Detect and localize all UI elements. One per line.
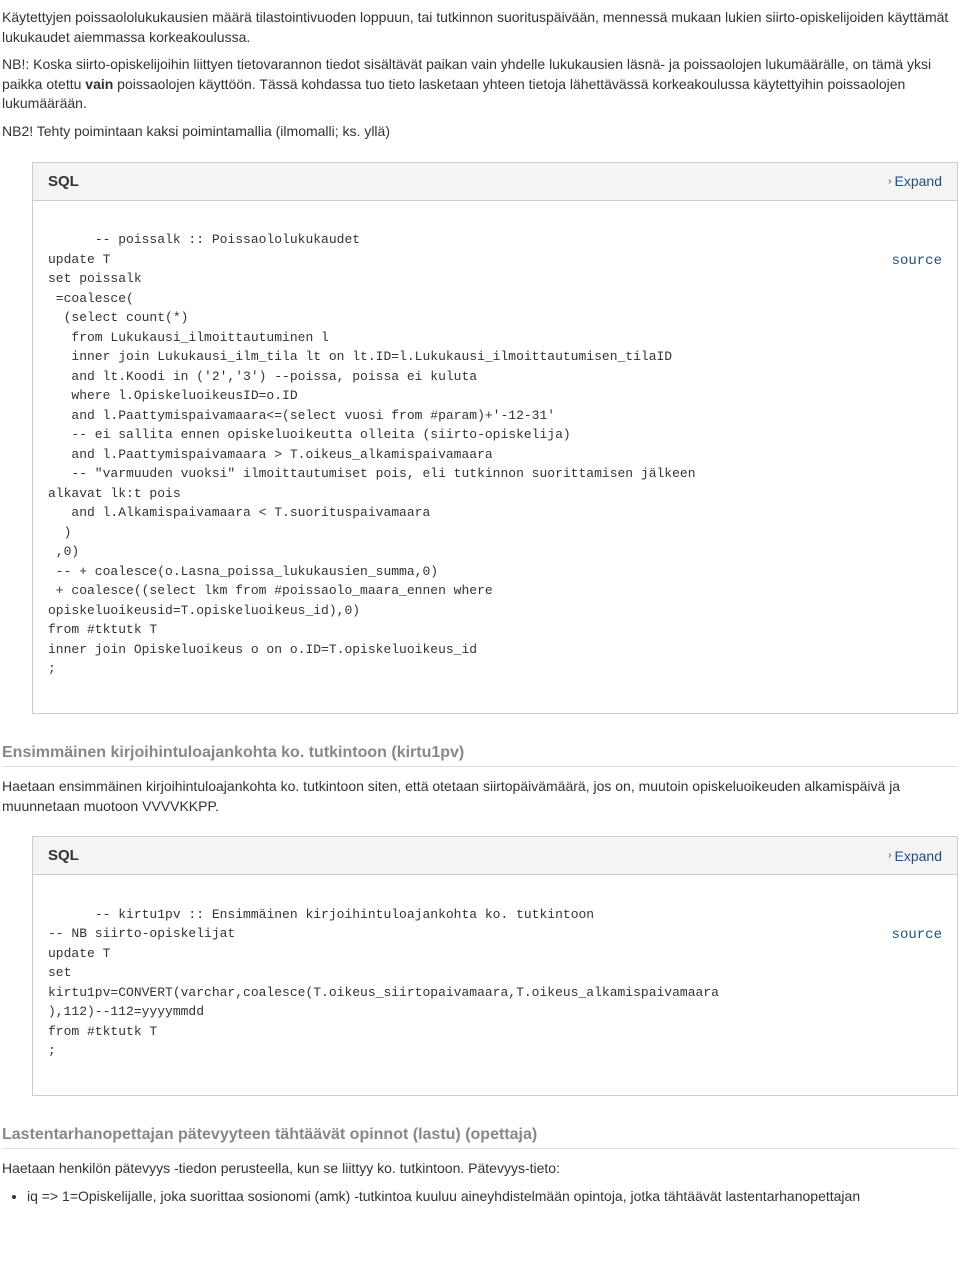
paragraph-section2: Haetaan ensimmäinen kirjoihintuloajankoh… xyxy=(2,777,958,816)
paragraph-intro-1: Käytettyjen poissaololukukausien määrä t… xyxy=(2,8,958,47)
text-nb-bold: vain xyxy=(85,76,113,92)
sql-code-block-1: source -- poissalk :: Poissaololukukaudet… xyxy=(33,201,957,714)
section-heading-kirtu1pv: Ensimmäinen kirjoihintuloajankohta ko. t… xyxy=(2,744,958,767)
paragraph-intro-3: NB2! Tehty poimintaan kaksi poimintamall… xyxy=(2,122,958,142)
sql-code-text: -- poissalk :: Poissaololukukaudet updat… xyxy=(48,232,696,676)
sql-panel-1: SQL › Expand source -- poissalk :: Poissa… xyxy=(32,162,958,715)
expand-link[interactable]: › Expand xyxy=(888,173,942,189)
chevron-right-icon: › xyxy=(888,850,891,861)
bullet-list: iq => 1=Opiskelijalle, joka suorittaa so… xyxy=(27,1187,958,1207)
list-item: iq => 1=Opiskelijalle, joka suorittaa so… xyxy=(27,1187,958,1207)
chevron-right-icon: › xyxy=(888,176,891,187)
expand-label: Expand xyxy=(895,848,942,864)
paragraph-intro-2: NB!: Koska siirto-opiskelijoihin liittye… xyxy=(2,55,958,114)
panel-header: SQL › Expand xyxy=(33,837,957,875)
sql-code-block-2: source -- kirtu1pv :: Ensimmäinen kirjoih… xyxy=(33,875,957,1095)
section-heading-lastu: Lastentarhanopettajan pätevyyteen tähtää… xyxy=(2,1126,958,1149)
sql-code-text: -- kirtu1pv :: Ensimmäinen kirjoihintulo… xyxy=(48,907,719,1059)
expand-label: Expand xyxy=(895,173,942,189)
panel-header: SQL › Expand xyxy=(33,163,957,201)
source-link[interactable]: source xyxy=(892,251,942,272)
panel-title: SQL xyxy=(48,847,79,864)
panel-title: SQL xyxy=(48,173,79,190)
text-nb-suffix: poissaolojen käyttöön. Tässä kohdassa tu… xyxy=(2,76,905,112)
paragraph-section3: Haetaan henkilön pätevyys -tiedon perust… xyxy=(2,1159,958,1179)
sql-panel-2: SQL › Expand source -- kirtu1pv :: Ensimm… xyxy=(32,836,958,1096)
expand-link[interactable]: › Expand xyxy=(888,848,942,864)
source-link[interactable]: source xyxy=(892,925,942,946)
